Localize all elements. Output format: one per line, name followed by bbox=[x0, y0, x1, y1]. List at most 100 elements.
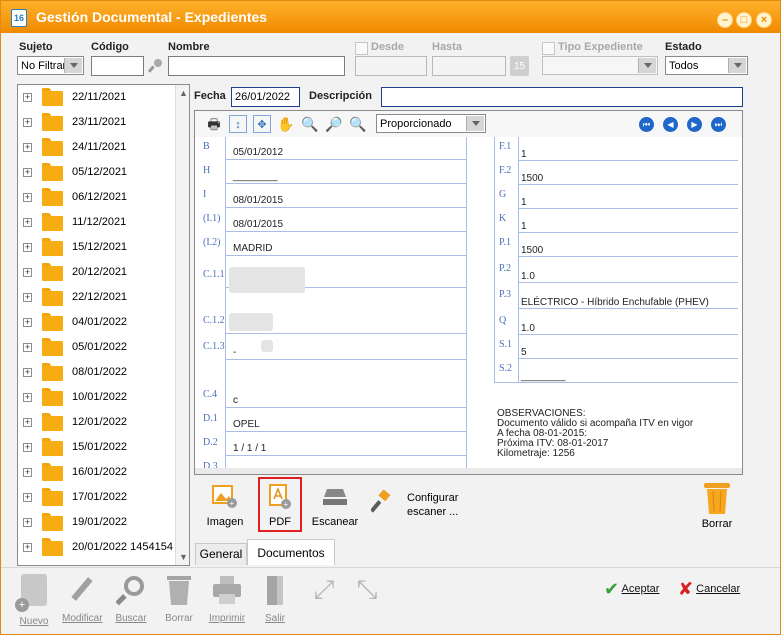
minimize-button[interactable]: – bbox=[717, 12, 733, 28]
zoom-in-icon[interactable]: 🔍 bbox=[301, 115, 319, 133]
borrar-documento-button[interactable]: Borrar bbox=[696, 481, 738, 533]
close-button[interactable]: × bbox=[756, 12, 772, 28]
title-bar[interactable]: 16 Gestión Documental - Expedientes – □ … bbox=[1, 1, 780, 33]
imagen-button[interactable]: + Imagen bbox=[203, 483, 247, 531]
expand-plus-icon[interactable]: + bbox=[23, 518, 32, 527]
fit-height-icon[interactable]: ↕ bbox=[229, 115, 247, 133]
tree-item[interactable]: +16/01/2022 bbox=[18, 460, 176, 485]
expand-plus-icon[interactable]: + bbox=[23, 93, 32, 102]
sujeto-select[interactable]: No Filtrar bbox=[17, 56, 84, 75]
aceptar-button[interactable]: ✔ Aceptar bbox=[604, 579, 659, 599]
expand-plus-icon[interactable]: + bbox=[23, 293, 32, 302]
scroll-up-icon[interactable]: ▲ bbox=[179, 88, 188, 98]
expand-plus-icon[interactable]: + bbox=[23, 168, 32, 177]
tree-item[interactable]: +22/12/2021 bbox=[18, 285, 176, 310]
hasta-label: Hasta bbox=[432, 41, 462, 53]
expand-plus-icon[interactable]: + bbox=[23, 143, 32, 152]
tree-item[interactable]: +12/01/2022 bbox=[18, 410, 176, 435]
expand-plus-icon[interactable]: + bbox=[23, 418, 32, 427]
key-search-icon[interactable] bbox=[147, 58, 164, 74]
tab-general[interactable]: General bbox=[195, 543, 247, 565]
descripcion-field[interactable] bbox=[381, 87, 743, 107]
salir-button[interactable]: Salir bbox=[255, 574, 295, 624]
last-page-icon[interactable]: ⏭ bbox=[711, 117, 726, 132]
expand-plus-icon[interactable]: + bbox=[23, 218, 32, 227]
tipo-expediente-select[interactable] bbox=[542, 56, 658, 75]
escanear-button[interactable]: Escanear bbox=[310, 483, 360, 531]
desde-checkbox[interactable] bbox=[355, 42, 368, 55]
expand-plus-icon[interactable]: + bbox=[23, 343, 32, 352]
document-viewer[interactable]: 🖶 ↕ ✥ ✋ 🔍 🔎 🔍 Proporcionado ⏮ ◀ ▶ ⏭ B 05/… bbox=[194, 110, 743, 475]
configurar-escaner-button[interactable]: Configurar escaner ... bbox=[369, 489, 465, 523]
expand-plus-icon[interactable]: + bbox=[23, 468, 32, 477]
tipo-expediente-checkbox[interactable] bbox=[542, 42, 555, 55]
expand-plus-icon[interactable]: + bbox=[23, 118, 32, 127]
pdf-button[interactable]: + PDF bbox=[258, 477, 302, 532]
tree-item[interactable]: +04/01/2022 bbox=[18, 310, 176, 335]
zoom-area-icon[interactable]: 🔍 bbox=[349, 115, 367, 133]
print-icon[interactable]: 🖶 bbox=[205, 115, 223, 133]
zoom-out-icon[interactable]: 🔎 bbox=[325, 115, 343, 133]
collapse-button[interactable]: ⤡ bbox=[347, 574, 387, 606]
document-field-value: ________ bbox=[521, 371, 566, 382]
pan-icon[interactable]: ✋ bbox=[277, 115, 295, 133]
calendar-icon[interactable]: 15 bbox=[510, 56, 529, 76]
tab-documentos[interactable]: Documentos bbox=[247, 539, 335, 565]
first-page-icon[interactable]: ⏮ bbox=[639, 117, 654, 132]
tree-item[interactable]: +10/01/2022 bbox=[18, 385, 176, 410]
expand-plus-icon[interactable]: + bbox=[23, 443, 32, 452]
zoom-mode-value: Proporcionado bbox=[380, 118, 452, 130]
tree-item[interactable]: +22/11/2021 bbox=[18, 85, 176, 110]
tree-item[interactable]: +15/12/2021 bbox=[18, 235, 176, 260]
expand-plus-icon[interactable]: + bbox=[23, 368, 32, 377]
borrar-button[interactable]: Borrar bbox=[159, 574, 199, 624]
document-field-code: (I.2) bbox=[203, 237, 221, 248]
tree-item[interactable]: +20/01/2022 1454154 bbox=[18, 535, 176, 560]
tree-item[interactable]: +11/12/2021 bbox=[18, 210, 176, 235]
prev-page-icon[interactable]: ◀ bbox=[663, 117, 678, 132]
expand-plus-icon[interactable]: + bbox=[23, 268, 32, 277]
nuevo-button[interactable]: + Nuevo bbox=[14, 574, 54, 627]
next-page-icon[interactable]: ▶ bbox=[687, 117, 702, 132]
tree-item[interactable]: +23/11/2021 bbox=[18, 110, 176, 135]
tree-item[interactable]: +20/12/2021 bbox=[18, 260, 176, 285]
tree-item[interactable]: +06/12/2021 bbox=[18, 185, 176, 210]
tab-bar: General Documentos bbox=[192, 539, 742, 565]
expand-icon: ⤢ bbox=[313, 574, 335, 604]
expand-plus-icon[interactable]: + bbox=[23, 393, 32, 402]
fit-page-icon[interactable]: ✥ bbox=[253, 115, 271, 133]
tree-item[interactable]: +08/01/2022 bbox=[18, 360, 176, 385]
desde-field[interactable] bbox=[355, 56, 427, 76]
imprimir-button[interactable]: Imprimir bbox=[207, 574, 247, 624]
tree-item[interactable]: +05/01/2022 bbox=[18, 335, 176, 360]
zoom-mode-select[interactable]: Proporcionado bbox=[376, 114, 486, 133]
tree-item[interactable]: +05/12/2021 bbox=[18, 160, 176, 185]
tree-item[interactable]: +17/01/2022 bbox=[18, 485, 176, 510]
estado-select[interactable]: Todos bbox=[665, 56, 748, 75]
document-field-value: 1.0 bbox=[521, 323, 535, 334]
nombre-field[interactable] bbox=[168, 56, 345, 76]
expedientes-tree[interactable]: +22/11/2021 +23/11/2021 +24/11/2021 +05/12/… bbox=[17, 84, 190, 566]
tree-scrollbar[interactable]: ▲ ▼ bbox=[175, 85, 189, 565]
scroll-down-icon[interactable]: ▼ bbox=[179, 552, 188, 562]
maximize-button[interactable]: □ bbox=[736, 12, 752, 28]
modificar-button[interactable]: Modificar bbox=[62, 574, 103, 624]
fecha-field[interactable]: 26/01/2022 bbox=[231, 87, 300, 107]
expand-button[interactable]: ⤢ bbox=[304, 574, 344, 606]
tree-item[interactable]: +24/11/2021 bbox=[18, 135, 176, 160]
tree-item[interactable]: +19/01/2022 bbox=[18, 510, 176, 535]
tree-item[interactable]: +15/01/2022 bbox=[18, 435, 176, 460]
cancelar-button[interactable]: ✘ Cancelar bbox=[678, 579, 740, 599]
expand-plus-icon[interactable]: + bbox=[23, 193, 32, 202]
hasta-field[interactable] bbox=[432, 56, 506, 76]
buscar-button[interactable]: Buscar bbox=[111, 574, 151, 624]
expand-plus-icon[interactable]: + bbox=[23, 318, 32, 327]
viewer-hscroll[interactable] bbox=[195, 468, 742, 474]
codigo-field[interactable] bbox=[91, 56, 144, 76]
tree-item-label: 20/01/2022 1454154 bbox=[72, 541, 173, 553]
expand-plus-icon[interactable]: + bbox=[23, 543, 32, 552]
expand-plus-icon[interactable]: + bbox=[23, 493, 32, 502]
configurar-label-2: escaner ... bbox=[407, 506, 459, 518]
expand-plus-icon[interactable]: + bbox=[23, 243, 32, 252]
document-field-value: MADRID bbox=[233, 243, 273, 254]
